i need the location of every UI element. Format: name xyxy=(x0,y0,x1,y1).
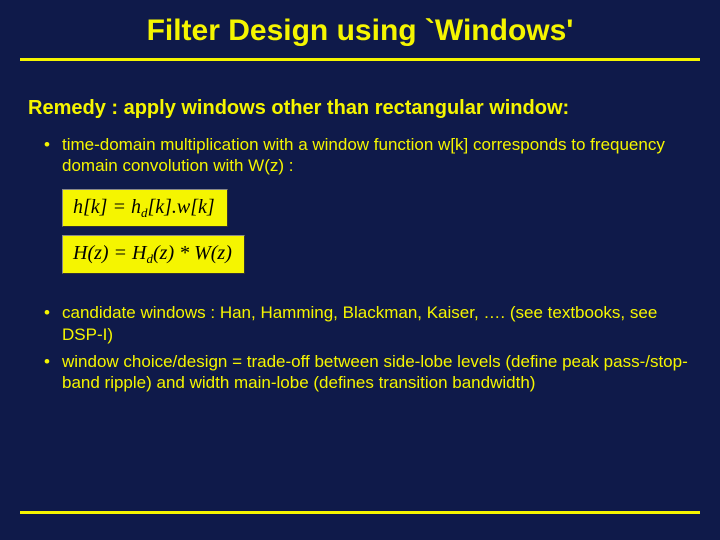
eq2-rhs-a: H xyxy=(132,242,146,264)
divider-bottom xyxy=(20,511,700,514)
bullet-list-2: candidate windows : Han, Hamming, Blackm… xyxy=(28,302,692,393)
eq2-lhs: H(z) xyxy=(73,242,109,264)
slide-content: Remedy : apply windows other than rectan… xyxy=(0,61,720,393)
bullet-3: window choice/design = trade-off between… xyxy=(44,351,692,394)
remedy-heading: Remedy : apply windows other than rectan… xyxy=(28,97,692,120)
eq1-rhs-b: w[k] xyxy=(177,196,215,218)
equation-time-domain: h[k] = hd[k].w[k] xyxy=(62,189,228,228)
eq2-rhs-a-tail: (z) * xyxy=(153,242,194,264)
bullet-2: candidate windows : Han, Hamming, Blackm… xyxy=(44,302,692,345)
bullet-list: time-domain multiplication with a window… xyxy=(28,134,692,177)
eq1-rhs-a: h xyxy=(131,196,141,218)
eq1-lhs: h[k] xyxy=(73,196,107,218)
equation-block: h[k] = hd[k].w[k] H(z) = Hd(z) * W(z) xyxy=(62,189,692,283)
bullet-1: time-domain multiplication with a window… xyxy=(44,134,692,177)
slide-title: Filter Design using `Windows' xyxy=(0,0,720,58)
equation-freq-domain: H(z) = Hd(z) * W(z) xyxy=(62,235,245,274)
eq2-rhs-b: W(z) xyxy=(194,242,232,264)
eq1-rhs-a-tail: [k]. xyxy=(147,196,176,218)
